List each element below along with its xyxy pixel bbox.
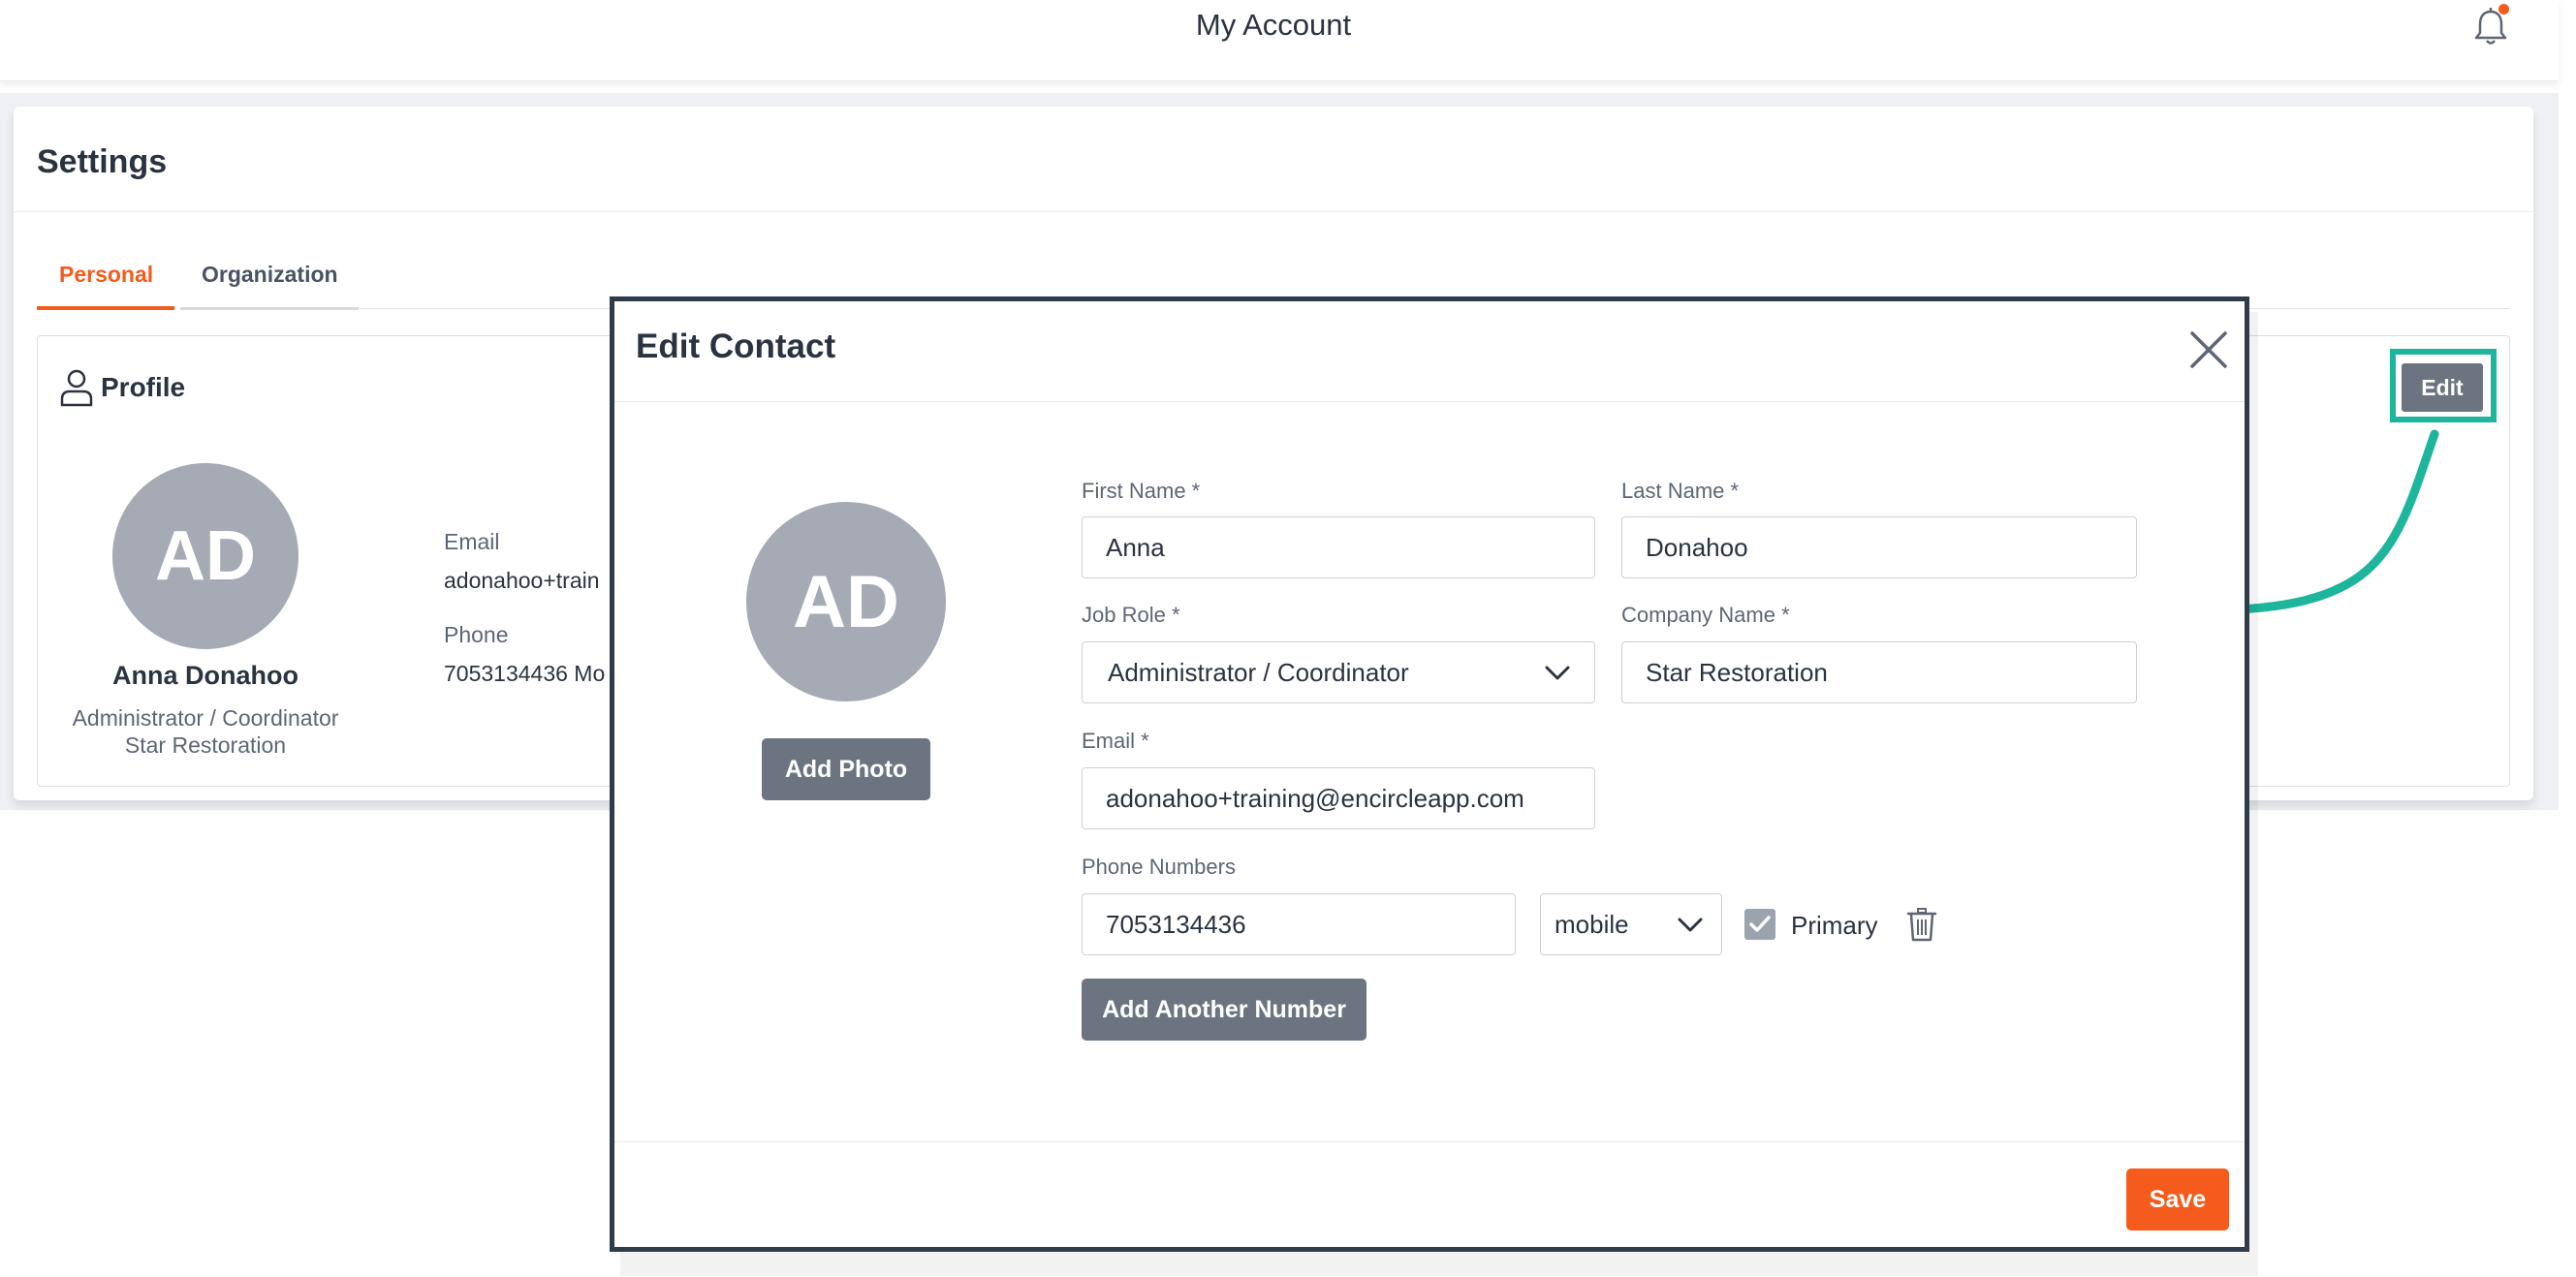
- save-button[interactable]: Save: [2126, 1168, 2229, 1230]
- phone-number-field[interactable]: [1082, 893, 1516, 955]
- settings-title: Settings: [37, 143, 168, 180]
- checkmark-icon: [1749, 916, 1771, 932]
- add-another-number-button[interactable]: Add Another Number: [1082, 979, 1367, 1041]
- modal-footer-divider: [614, 1141, 2245, 1142]
- last-name-label: Last Name *: [1621, 479, 1740, 503]
- profile-heading: Profile: [101, 372, 186, 402]
- edit-button[interactable]: Edit: [2402, 363, 2483, 412]
- email-value: adonahoo+train: [444, 568, 600, 593]
- modal-header-divider: [614, 401, 2245, 402]
- company-name-label: Company Name *: [1621, 603, 1790, 627]
- tab-organization[interactable]: Organization: [202, 262, 338, 288]
- chevron-down-icon: [1545, 666, 1570, 680]
- company-name-field[interactable]: [1621, 641, 2137, 703]
- user-icon: [60, 369, 93, 407]
- job-role-select[interactable]: Administrator / Coordinator: [1082, 641, 1595, 703]
- phone-value: 7053134436 Mo: [444, 661, 606, 686]
- email-field-label: Email *: [1082, 729, 1149, 753]
- contact-avatar: AD: [746, 502, 946, 701]
- notification-dot: [2498, 4, 2509, 15]
- profile-role: Administrator / Coordinator: [72, 705, 339, 731]
- chevron-down-icon: [1678, 918, 1703, 932]
- email-label: Email: [444, 529, 500, 554]
- phone-type-value: mobile: [1555, 909, 1629, 939]
- job-role-label: Job Role *: [1082, 603, 1180, 627]
- last-name-field[interactable]: [1621, 516, 2137, 578]
- primary-checkbox[interactable]: [1744, 909, 1775, 940]
- avatar: AD: [112, 463, 298, 649]
- tab-personal[interactable]: Personal: [59, 262, 153, 288]
- job-role-value: Administrator / Coordinator: [1108, 657, 1409, 687]
- phone-numbers-label: Phone Numbers: [1082, 855, 1236, 879]
- profile-name: Anna Donahoo: [112, 661, 298, 690]
- profile-company: Star Restoration: [124, 732, 287, 758]
- phone-label: Phone: [444, 622, 509, 647]
- trash-icon[interactable]: [1905, 907, 1938, 942]
- active-tab-indicator: [37, 306, 174, 310]
- tab-indicator: [180, 307, 359, 310]
- modal-title: Edit Contact: [636, 327, 836, 365]
- settings-divider: [14, 211, 2533, 212]
- email-field[interactable]: [1082, 767, 1595, 829]
- phone-type-select[interactable]: mobile: [1540, 893, 1722, 955]
- first-name-label: First Name *: [1082, 479, 1201, 503]
- primary-label: Primary: [1791, 911, 1878, 940]
- add-photo-button[interactable]: Add Photo: [762, 738, 930, 800]
- first-name-field[interactable]: [1082, 516, 1595, 578]
- page-title: My Account: [1195, 8, 1352, 42]
- close-icon[interactable]: [2188, 329, 2229, 370]
